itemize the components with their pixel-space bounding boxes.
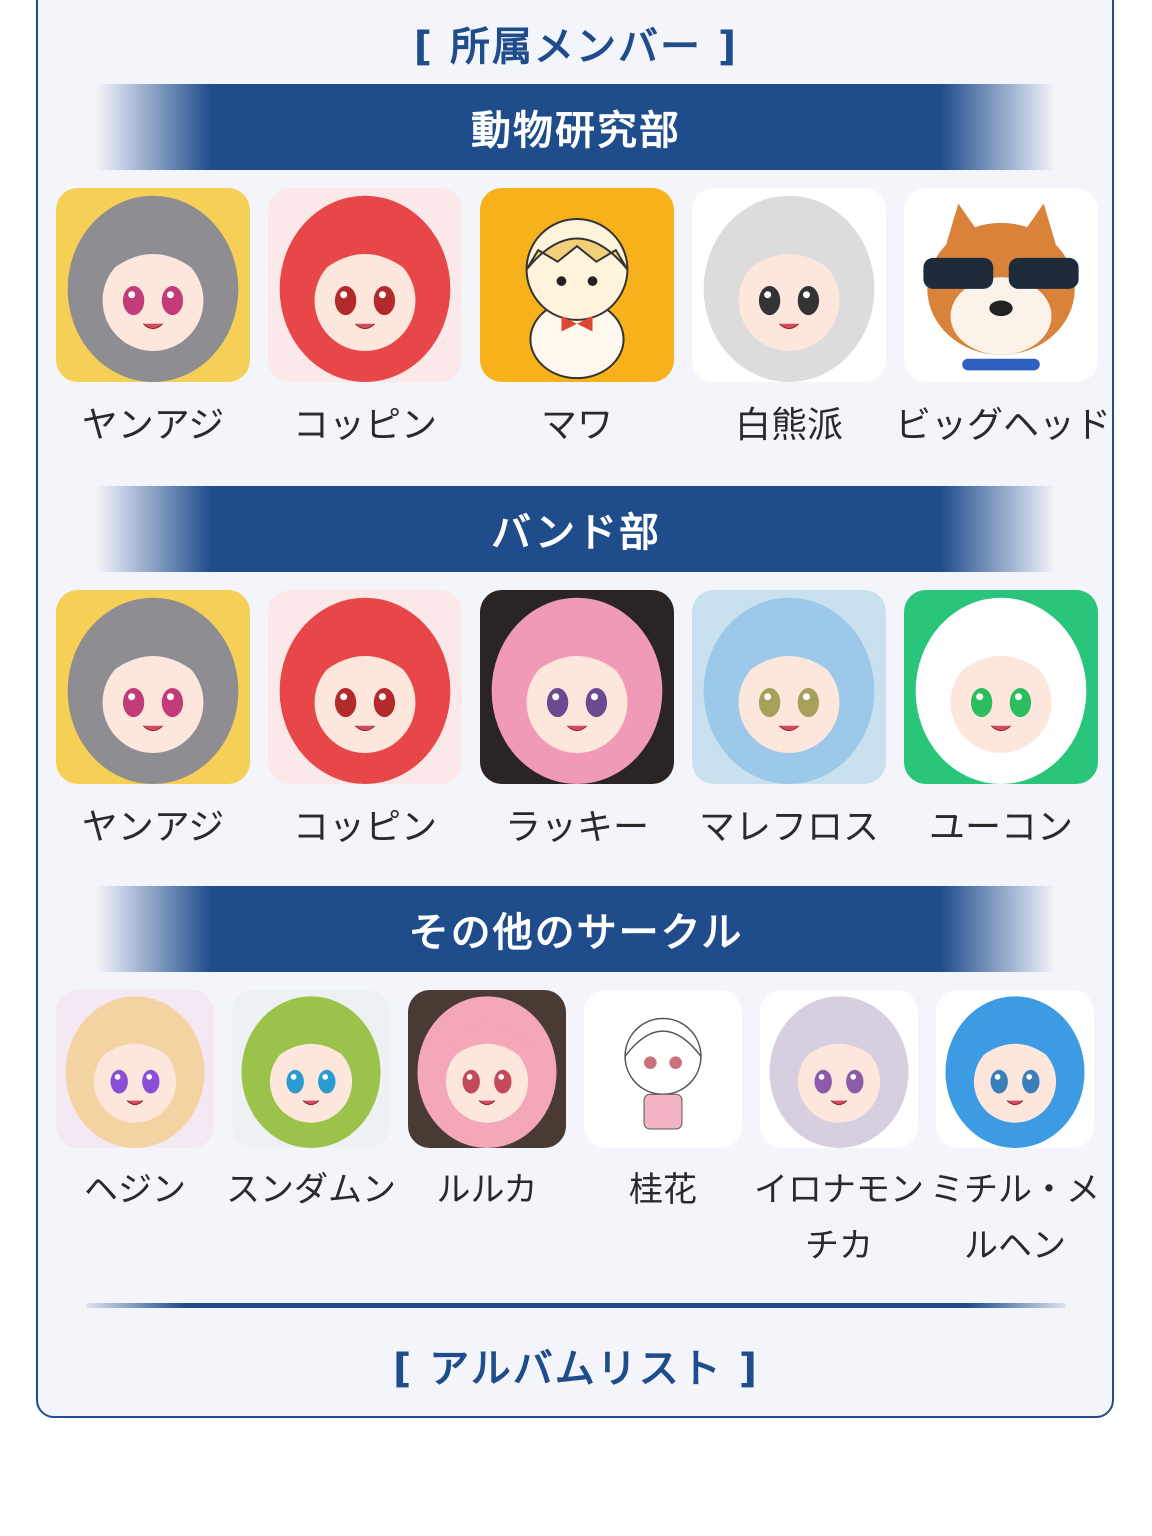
white-cat-girl-icon[interactable] (904, 590, 1098, 784)
section-banner-band: バンド部 (96, 486, 1056, 572)
shiba-dog-icon[interactable] (904, 188, 1098, 382)
member-card[interactable]: ヤンアジ (47, 188, 259, 454)
member-name: イロナモンチカ (754, 1170, 924, 1266)
section-divider (86, 1303, 1066, 1308)
member-name: ミチル・メルヘン (930, 1170, 1100, 1266)
member-card[interactable]: ミチル・メルヘン (927, 990, 1103, 1274)
blonde-purple-eye-girl-icon[interactable] (56, 990, 214, 1148)
pink-long-hair-girl-icon[interactable] (408, 990, 566, 1148)
member-name: 白熊派 (734, 405, 843, 446)
member-card[interactable]: スンダムン (223, 990, 399, 1218)
section-banner-other-circles: その他のサークル (96, 886, 1056, 972)
blue-hair-princess-icon[interactable] (936, 990, 1094, 1148)
sketch-chibi-girl-icon[interactable] (584, 990, 742, 1148)
album-list-heading[interactable]: [ アルバムリスト ] (0, 1336, 1152, 1394)
member-card[interactable]: 白熊派 (683, 188, 895, 454)
member-card[interactable]: ビッグヘッド (895, 188, 1112, 454)
section-banner-animal-research: 動物研究部 (96, 84, 1056, 170)
blue-hair-girl-icon[interactable] (692, 590, 886, 784)
pink-hair-girl-icon[interactable] (480, 590, 674, 784)
red-hair-girl-icon[interactable] (268, 590, 462, 784)
member-name: ビッグヘッド (895, 405, 1112, 446)
red-hair-girl-icon[interactable] (268, 188, 462, 382)
member-name: ラッキー (504, 807, 649, 848)
member-card[interactable]: 桂花 (575, 990, 751, 1218)
green-hair-boy-icon[interactable] (232, 990, 390, 1148)
member-name: ルルカ (436, 1170, 538, 1210)
member-name: マワ (540, 405, 613, 446)
member-name: ヤンアジ (81, 807, 225, 848)
white-hair-bear-girl-icon[interactable] (692, 188, 886, 382)
member-card[interactable]: ルルカ (399, 990, 575, 1218)
members-heading: [ 所属メンバー ] (413, 24, 739, 70)
member-card[interactable]: ヘジン (47, 990, 223, 1218)
silver-hair-bat-girl-icon[interactable] (760, 990, 918, 1148)
member-card[interactable]: ヤンアジ (47, 590, 259, 856)
member-name: ヤンアジ (81, 405, 225, 446)
member-name: コッピン (292, 807, 437, 848)
member-card[interactable]: コッピン (259, 590, 471, 856)
member-name: マレフロス (698, 807, 879, 848)
member-name: ユーコン (928, 807, 1073, 848)
member-name: 桂花 (629, 1170, 697, 1210)
member-name: コッピン (292, 405, 437, 446)
gray-hair-girl-icon[interactable] (56, 188, 250, 382)
member-card[interactable]: コッピン (259, 188, 471, 454)
gray-hair-girl-icon[interactable] (56, 590, 250, 784)
member-card[interactable]: イロナモンチカ (751, 990, 927, 1274)
member-card[interactable]: マレフロス (683, 590, 895, 856)
blonde-hamster-girl-icon[interactable] (480, 188, 674, 382)
member-card[interactable]: ユーコン (895, 590, 1107, 856)
member-card[interactable]: ラッキー (471, 590, 683, 856)
member-card[interactable]: マワ (471, 188, 683, 454)
member-name: スンダムン (226, 1170, 396, 1210)
member-name: ヘジン (84, 1170, 186, 1210)
